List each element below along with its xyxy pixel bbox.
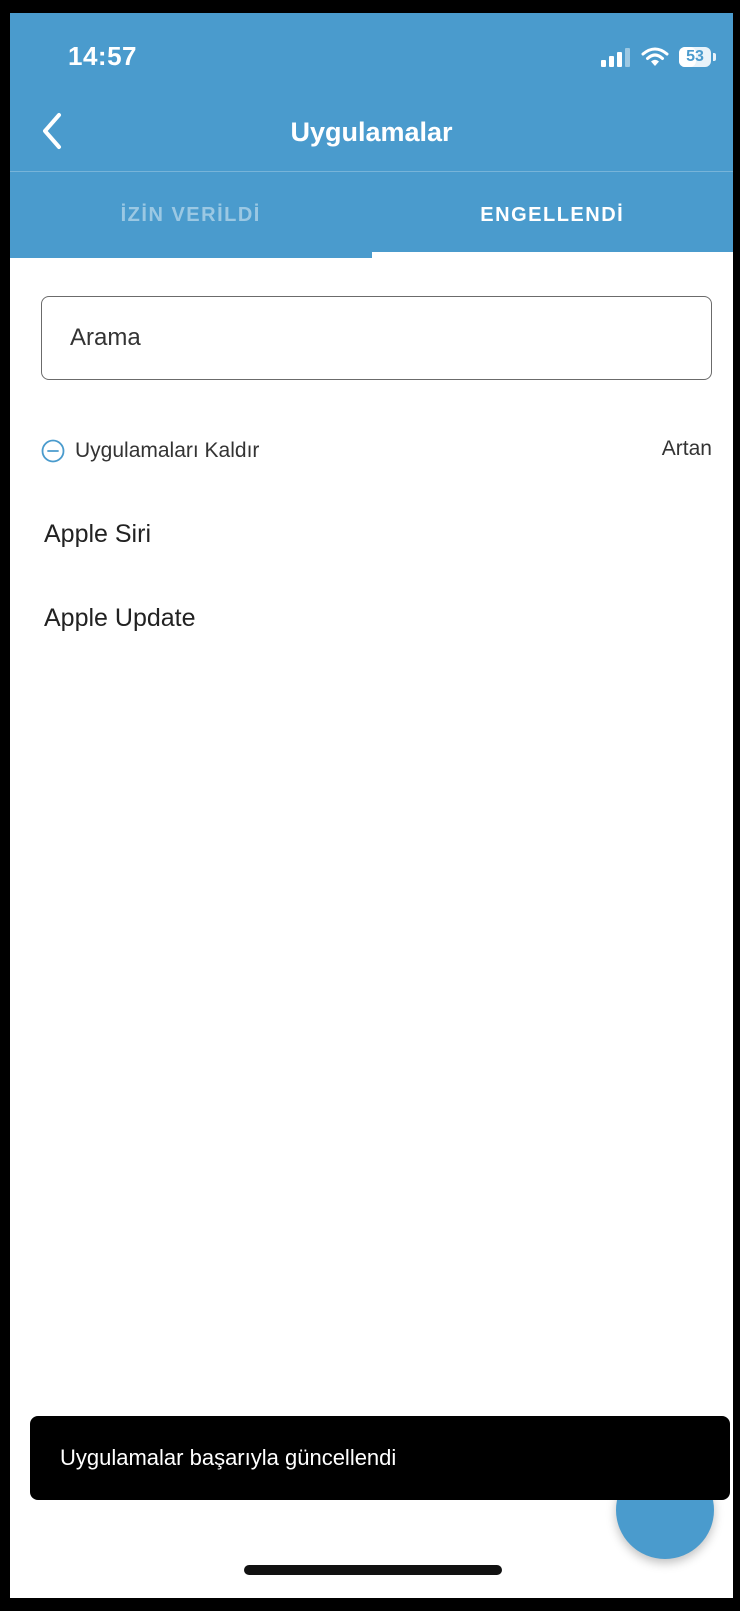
- navigation-bar: Uygulamalar: [10, 93, 733, 172]
- tab-allowed-label: İZİN VERİLDİ: [120, 203, 261, 226]
- status-icons: 53: [601, 43, 716, 71]
- home-indicator[interactable]: [244, 1565, 502, 1575]
- list-item[interactable]: Apple Update: [44, 604, 196, 633]
- page-title: Uygulamalar: [290, 117, 453, 147]
- tab-blocked-label: ENGELLENDİ: [480, 203, 625, 226]
- list-item[interactable]: Apple Siri: [44, 520, 151, 549]
- search-input[interactable]: Arama: [41, 296, 712, 380]
- tab-allowed[interactable]: İZİN VERİLDİ: [10, 172, 372, 258]
- app-screen: 14:57 53 Uygulamalar İZİN VERİLDİ ENGELL…: [10, 13, 733, 1598]
- snackbar: Uygulamalar başarıyla güncellendi: [30, 1416, 730, 1500]
- battery-percent: 53: [686, 48, 704, 65]
- remove-apps-button[interactable]: Uygulamaları Kaldır: [41, 433, 259, 469]
- tab-bar: İZİN VERİLDİ ENGELLENDİ: [10, 172, 733, 258]
- signal-icon: [601, 48, 630, 67]
- status-time: 14:57: [68, 41, 137, 71]
- remove-apps-label: Uygulamaları Kaldır: [75, 439, 260, 462]
- battery-icon: 53: [679, 47, 716, 67]
- sort-order-button[interactable]: Artan: [662, 437, 712, 461]
- app-header: 14:57 53 Uygulamalar İZİN VERİLDİ ENGELL…: [10, 13, 733, 258]
- tab-blocked[interactable]: ENGELLENDİ: [371, 172, 733, 258]
- snackbar-message: Uygulamalar başarıyla güncellendi: [60, 1445, 397, 1470]
- search-placeholder: Arama: [70, 324, 141, 351]
- minus-circle-icon: [41, 439, 65, 463]
- active-tab-indicator: [371, 252, 733, 258]
- wifi-icon: [641, 47, 669, 66]
